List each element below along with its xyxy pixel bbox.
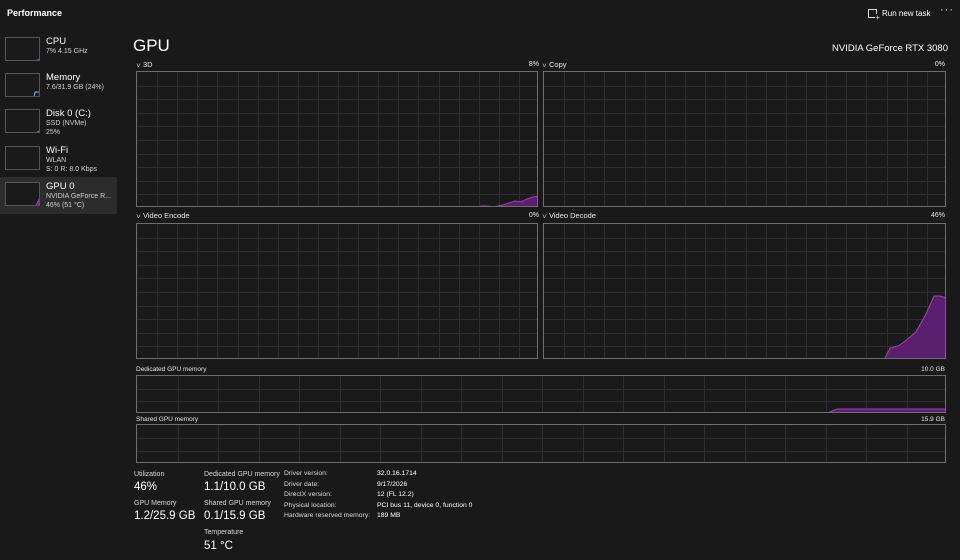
graph-dedicated-memory-area [828,408,945,412]
graph-copy [543,71,946,207]
memory-thumbnail-graph [5,73,40,97]
sidebar-item-detail: 46% (51 °C) [46,202,85,209]
reserved-memory-label: Hardware reserved memory: [284,512,371,519]
directx-version-label: DirectX version: [284,491,332,498]
engine-percent: 0% [934,61,945,68]
chevron-down-icon: v [542,63,547,69]
driver-version-label: Driver version: [284,470,328,477]
graph-gridlines [137,425,945,462]
sidebar-item-label: GPU 0 [46,181,75,192]
chevron-down-icon: v [136,63,141,69]
gpu-memory-value: 1.2/25.9 GB [134,510,196,522]
sidebar-item-detail: SSD (NVMe) [46,120,87,127]
sidebar-item-label: Memory [46,72,81,83]
title-bar: Performance Run new task ··· [0,0,960,26]
sidebar-item-detail: 7.6/31.9 GB (24%) [46,84,104,91]
wifi-thumbnail-graph [5,146,40,170]
sidebar-item-detail: NVIDIA GeForce R... [46,193,111,200]
gpu-heading: GPU [133,36,170,55]
run-task-icon [868,8,880,22]
sidebar-item-gpu[interactable]: GPU 0 NVIDIA GeForce R... 46% (51 °C) [0,177,117,214]
gpu-memory-label: GPU Memory [134,500,177,507]
run-new-task-label: Run new task [882,8,931,18]
engine-label: Video Encode [143,211,190,220]
run-new-task-button[interactable]: Run new task [868,7,931,22]
shared-memory-stat-label: Shared GPU memory [204,500,271,507]
sidebar-item-label: Wi-Fi [46,145,69,156]
temperature-label: Temperature [204,529,244,536]
gpu-model-name: NVIDIA GeForce RTX 3080 [832,43,948,54]
reserved-memory-value: 189 MB [377,512,401,519]
disk-thumbnail-graph [5,109,40,133]
chevron-down-icon: v [136,214,141,220]
engine-percent: 0% [528,212,539,219]
utilization-label: Utilization [134,471,165,478]
temperature-value: 51 °C [204,540,233,552]
engine-selector-copy[interactable]: v Copy [543,60,567,69]
sidebar-item-disk[interactable]: Disk 0 (C:) SSD (NVMe) 25% [0,104,117,141]
dedicated-memory-max: 10.0 GB [921,366,945,373]
graph-dedicated-memory [136,375,946,413]
sidebar-item-detail: WLAN [46,157,67,164]
engine-label: Copy [549,60,567,69]
sidebar-item-detail: 25% [46,129,61,136]
physical-location-label: Physical location: [284,502,337,509]
utilization-value: 46% [134,481,158,493]
engine-label: Video Decode [549,211,596,220]
sidebar-item-wifi[interactable]: Wi-Fi WLAN S: 0 R: 8.0 Kbps [0,141,117,178]
gpu-thumbnail-graph [5,182,40,206]
dedicated-memory-stat-value: 1.1/10.0 GB [204,481,266,493]
dedicated-memory-label: Dedicated GPU memory [136,366,207,373]
driver-date-value: 9/17/2026 [377,481,408,488]
sidebar-item-detail: 7% 4.15 GHz [46,48,88,55]
driver-date-label: Driver date: [284,481,320,488]
sidebar-item-memory[interactable]: Memory 7.6/31.9 GB (24%) [0,68,117,105]
chevron-down-icon: v [542,214,547,220]
directx-version-value: 12 (FL 12.2) [377,491,414,498]
engine-selector-video-encode[interactable]: v Video Encode [137,211,190,220]
engine-label: 3D [143,60,153,69]
graph-shared-memory [136,424,946,463]
shared-memory-max: 15.9 GB [921,416,945,423]
shared-memory-label: Shared GPU memory [136,416,199,423]
page-title: Performance [7,8,63,18]
sidebar-item-label: CPU [46,36,67,47]
engine-percent: 46% [930,212,945,219]
sidebar-item-label: Disk 0 (C:) [46,108,91,119]
graph-video-encode [136,223,538,359]
sidebar-item-detail: S: 0 R: 8.0 Kbps [46,166,97,173]
physical-location-value: PCI bus 11, device 0, function 0 [377,502,473,509]
engine-percent: 8% [528,61,539,68]
graph-gridlines [544,72,945,206]
driver-version-value: 32.0.16.1714 [377,470,417,477]
graph-gridlines [137,224,537,358]
more-options-icon[interactable]: ··· [940,4,954,16]
graph-video-decode [543,223,946,359]
engine-selector-video-decode[interactable]: v Video Decode [543,211,596,220]
graph-3d-area [479,195,537,206]
graph-video-decode-area [884,295,945,358]
graph-3d [136,71,538,207]
cpu-thumbnail-graph [5,37,40,61]
shared-memory-stat-value: 0.1/15.9 GB [204,510,266,522]
dedicated-memory-stat-label: Dedicated GPU memory [204,471,280,478]
sidebar-item-cpu[interactable]: CPU 7% 4.15 GHz [0,32,117,69]
engine-selector-3d[interactable]: v 3D [137,60,153,69]
